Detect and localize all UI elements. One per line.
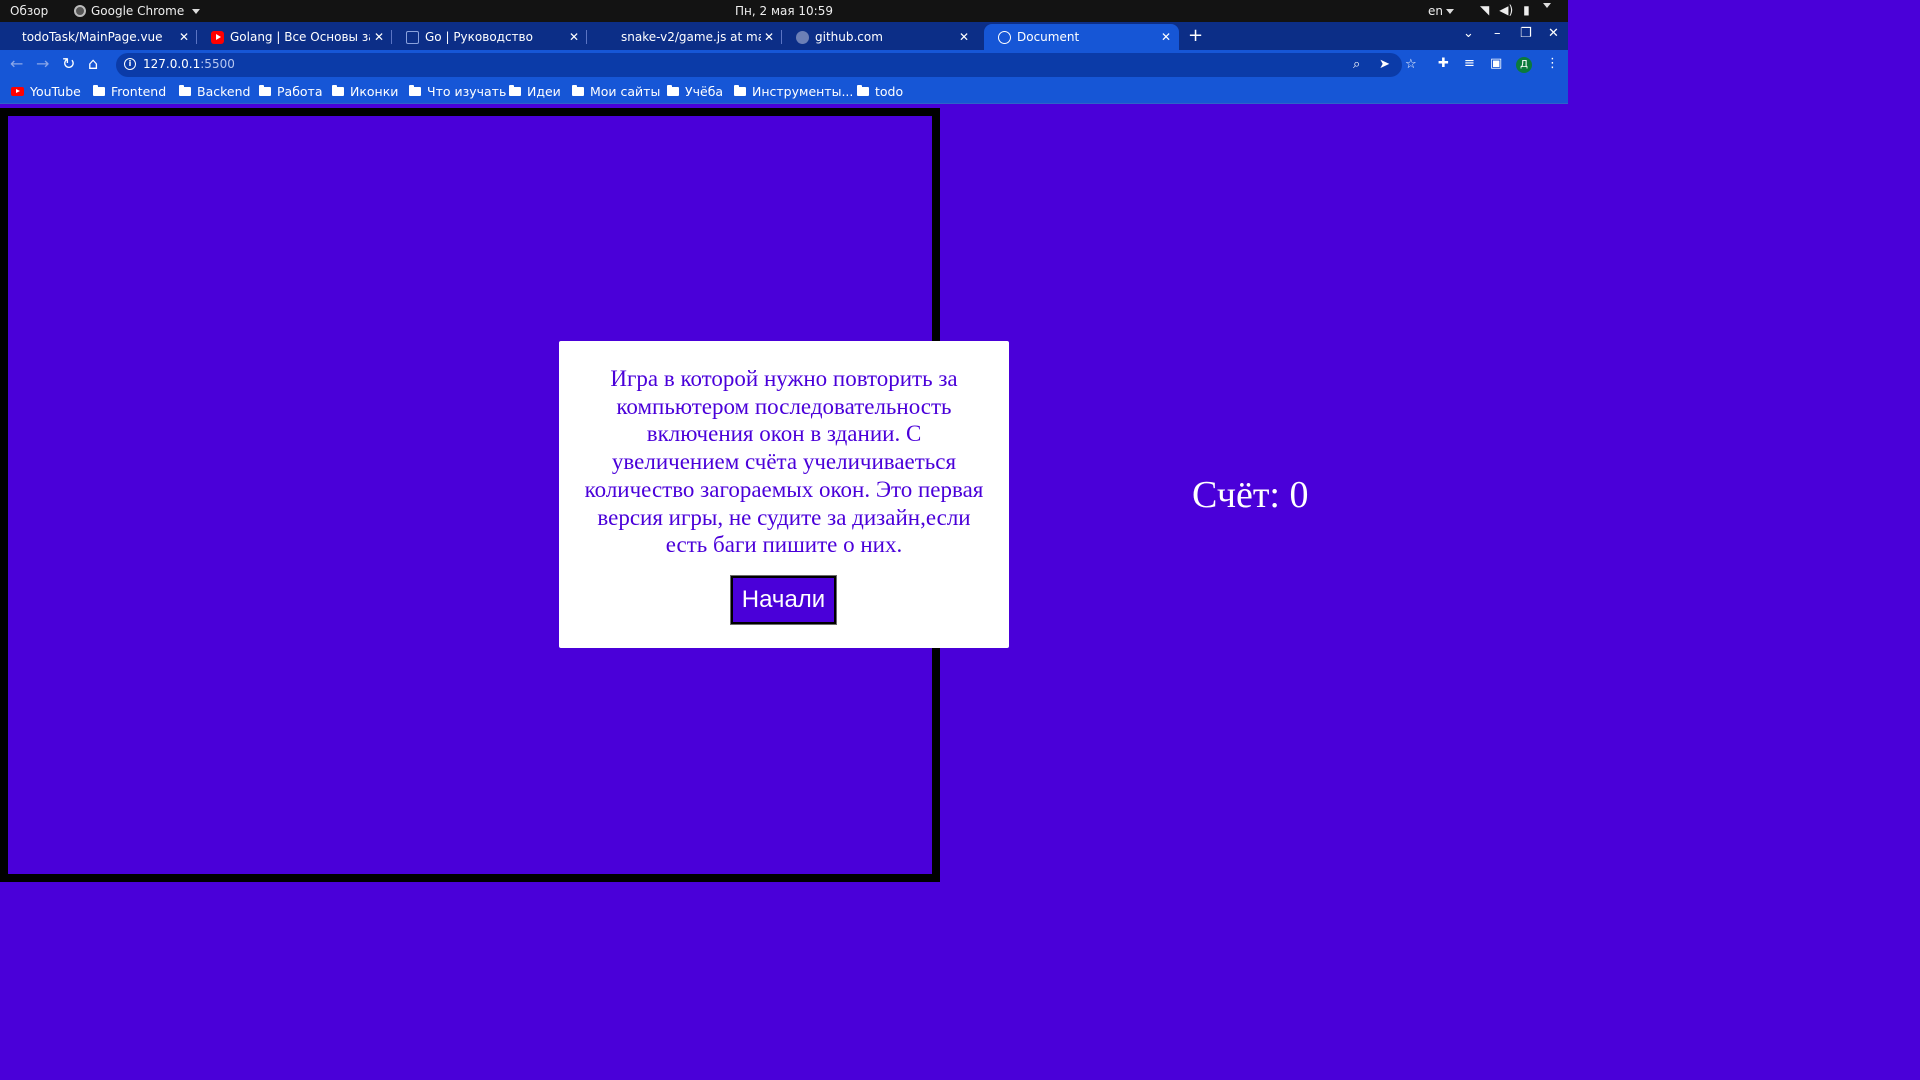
tab-title: snake-v2/game.js at mast <box>621 30 761 44</box>
address-url: 127.0.0.1:5500 <box>143 57 235 71</box>
profile-avatar[interactable]: Д <box>1516 57 1532 73</box>
info-icon[interactable]: i <box>124 58 136 70</box>
youtube-icon <box>11 87 24 96</box>
bookmark-label: Что изучать <box>427 84 507 99</box>
tab-golang[interactable]: Golang | Все Основы за 4 ✕ <box>197 24 392 50</box>
folder-icon <box>259 85 271 96</box>
bookmark-label: Работа <box>277 84 323 99</box>
tab-go-guide[interactable]: Go | Руководство ✕ <box>392 24 587 50</box>
keyboard-layout[interactable]: en <box>1428 4 1454 18</box>
folder-icon <box>332 85 344 96</box>
bookmark-backend[interactable]: Backend <box>179 84 250 99</box>
bookmark-label: YouTube <box>30 84 81 99</box>
bookmark-label: Иконки <box>350 84 399 99</box>
wifi-icon: ◥ <box>1480 3 1490 17</box>
lang-label: en <box>1428 4 1443 18</box>
tab-title: Document <box>1017 30 1080 44</box>
folder-icon <box>409 85 421 96</box>
url-port: :5500 <box>200 57 235 71</box>
bookmark-work[interactable]: Работа <box>259 84 323 99</box>
close-icon[interactable]: ✕ <box>569 30 579 44</box>
zoom-icon[interactable]: ⌕ <box>1353 57 1360 72</box>
bookmark-label: todo <box>875 84 904 99</box>
document-icon <box>406 30 419 44</box>
bookmark-label: Идеи <box>527 84 561 99</box>
forward-icon[interactable]: → <box>36 55 49 73</box>
bookmark-label: Учёба <box>685 84 724 99</box>
folder-icon <box>93 85 105 96</box>
close-icon[interactable]: ✕ <box>1161 30 1171 44</box>
system-top-bar: Обзор Google Chrome Пн, 2 мая 10:59 en ◥… <box>0 0 1568 22</box>
tab-snake[interactable]: snake-v2/game.js at mast ✕ <box>587 24 782 50</box>
folder-icon <box>734 85 746 96</box>
bookmark-label: Backend <box>197 84 251 99</box>
github-icon <box>796 30 809 44</box>
bookmark-youtube[interactable]: YouTube <box>11 84 81 99</box>
tab-document[interactable]: Document ✕ <box>984 24 1179 50</box>
score-display: Счёт: 0 <box>1192 474 1309 516</box>
bookmark-label: Frontend <box>111 84 167 99</box>
globe-icon <box>998 30 1011 44</box>
reload-icon[interactable]: ↻ <box>62 55 75 73</box>
tab-strip: todoTask/MainPage.vue ✕ Golang | Все Осн… <box>0 22 1568 50</box>
youtube-icon <box>211 30 224 44</box>
close-window-icon[interactable]: ✕ <box>1548 26 1559 41</box>
game-description: Игра в которой нужно повторить за компью… <box>584 366 984 558</box>
bookmark-todo[interactable]: todo <box>857 84 903 99</box>
bookmark-icons[interactable]: Иконки <box>332 84 398 99</box>
bookmark-study[interactable]: Учёба <box>667 84 723 99</box>
battery-icon: ▮ <box>1523 3 1530 17</box>
close-icon[interactable]: ✕ <box>179 30 189 44</box>
new-tab-button[interactable]: + <box>1188 25 1203 46</box>
volume-icon: ◀) <box>1499 3 1514 17</box>
bookmarks-bar: YouTube Frontend Backend Работа Иконки Ч… <box>0 80 1568 104</box>
side-panel-icon[interactable]: ▣ <box>1490 56 1502 71</box>
extensions-icon[interactable]: ✚ <box>1438 56 1449 71</box>
tab-search-icon[interactable]: ⌄ <box>1463 26 1474 41</box>
folder-icon <box>667 85 679 96</box>
minimize-icon[interactable]: – <box>1494 26 1501 41</box>
bookmark-label: Мои сайты <box>590 84 661 99</box>
bookmark-to-learn[interactable]: Что изучать <box>409 84 506 99</box>
tab-title: Golang | Все Основы за 4 <box>230 30 370 44</box>
folder-icon <box>179 85 191 96</box>
intro-modal: Игра в которой нужно повторить за компью… <box>559 341 1009 648</box>
address-bar[interactable]: i 127.0.0.1:5500 ⌕ ➤ ☆ <box>116 53 1417 77</box>
folder-icon <box>509 85 521 96</box>
close-icon[interactable]: ✕ <box>374 30 384 44</box>
bookmark-ideas[interactable]: Идеи <box>509 84 561 99</box>
reading-list-icon[interactable]: ≡ <box>1464 56 1475 71</box>
tab-todotask[interactable]: todoTask/MainPage.vue ✕ <box>2 24 197 50</box>
system-tray[interactable]: ◥ ◀) ▮ <box>1480 3 1551 17</box>
tab-title: github.com <box>815 30 883 44</box>
bookmark-label: Инструменты... <box>752 84 854 99</box>
folder-icon <box>572 85 584 96</box>
restore-icon[interactable]: ❐ <box>1520 26 1532 41</box>
home-icon[interactable]: ⌂ <box>88 55 98 73</box>
bookmark-frontend[interactable]: Frontend <box>93 84 166 99</box>
start-button[interactable]: Начали <box>730 575 837 625</box>
chevron-down-icon <box>1446 9 1454 14</box>
url-host: 127.0.0.1 <box>143 57 201 71</box>
bookmark-my-sites[interactable]: Мои сайты <box>572 84 660 99</box>
folder-icon <box>857 85 869 96</box>
tab-title: todoTask/MainPage.vue <box>22 30 162 44</box>
back-icon[interactable]: ← <box>10 55 23 73</box>
bookmark-tools[interactable]: Инструменты... <box>734 84 853 99</box>
system-clock[interactable]: Пн, 2 мая 10:59 <box>0 4 1568 18</box>
star-icon[interactable]: ☆ <box>1405 57 1417 72</box>
page-content: Счёт: 0 Игра в которой нужно повторить з… <box>0 105 1568 882</box>
close-icon[interactable]: ✕ <box>959 30 969 44</box>
chevron-down-icon <box>1542 3 1551 8</box>
tab-github[interactable]: github.com ✕ <box>782 24 977 50</box>
menu-icon[interactable]: ⋮ <box>1546 56 1559 71</box>
browser-toolbar: ← → ↻ ⌂ i 127.0.0.1:5500 ⌕ ➤ ☆ ✚ ≡ ▣ ⋮ <box>0 50 1568 80</box>
send-icon[interactable]: ➤ <box>1379 57 1390 72</box>
tab-title: Go | Руководство <box>425 30 533 44</box>
close-icon[interactable]: ✕ <box>764 30 774 44</box>
